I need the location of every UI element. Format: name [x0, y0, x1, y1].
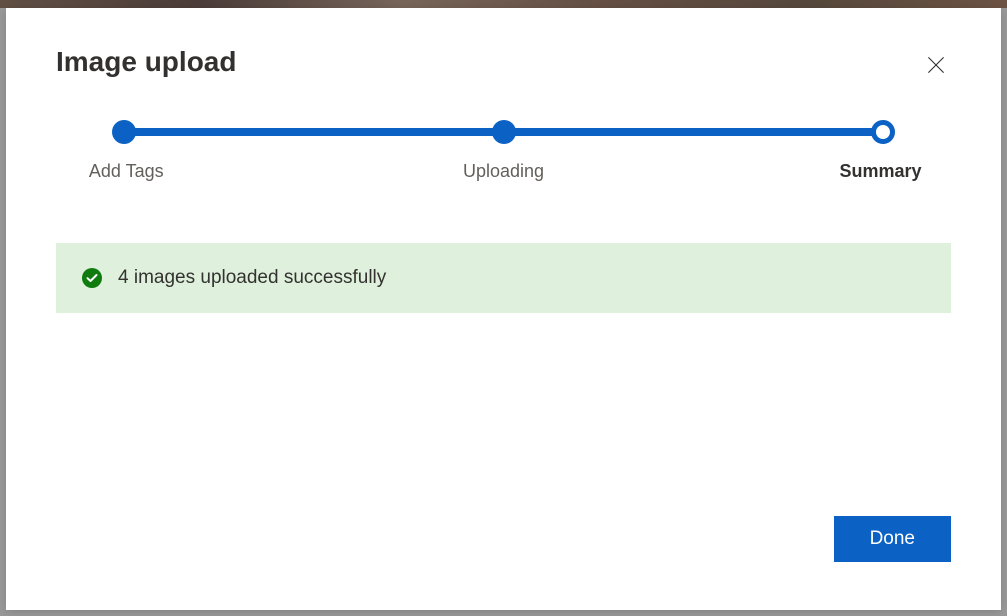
step-track [124, 119, 883, 145]
close-icon [925, 64, 947, 79]
status-message: 4 images uploaded successfully [118, 267, 386, 289]
dialog-header: Image upload [6, 8, 1001, 101]
step-label-add-tags: Add Tags [89, 161, 164, 182]
step-labels: Add Tags Uploading Summary [124, 161, 883, 185]
dialog-title: Image upload [56, 46, 236, 78]
step-dot-add-tags [112, 120, 136, 144]
wizard-progress: Add Tags Uploading Summary [6, 101, 1001, 219]
step-dot-uploading [492, 120, 516, 144]
image-upload-dialog: Image upload Add Tags Uploading Summary [6, 8, 1001, 610]
step-dot-summary [871, 120, 895, 144]
success-banner: 4 images uploaded successfully [56, 243, 951, 313]
step-label-summary: Summary [840, 161, 922, 182]
close-button[interactable] [921, 50, 951, 83]
checkmark-circle-icon [82, 268, 102, 288]
done-button[interactable]: Done [834, 516, 951, 562]
dialog-footer: Done [6, 516, 1001, 610]
step-label-uploading: Uploading [463, 161, 544, 182]
backdrop-gallery-strip [0, 0, 1007, 8]
